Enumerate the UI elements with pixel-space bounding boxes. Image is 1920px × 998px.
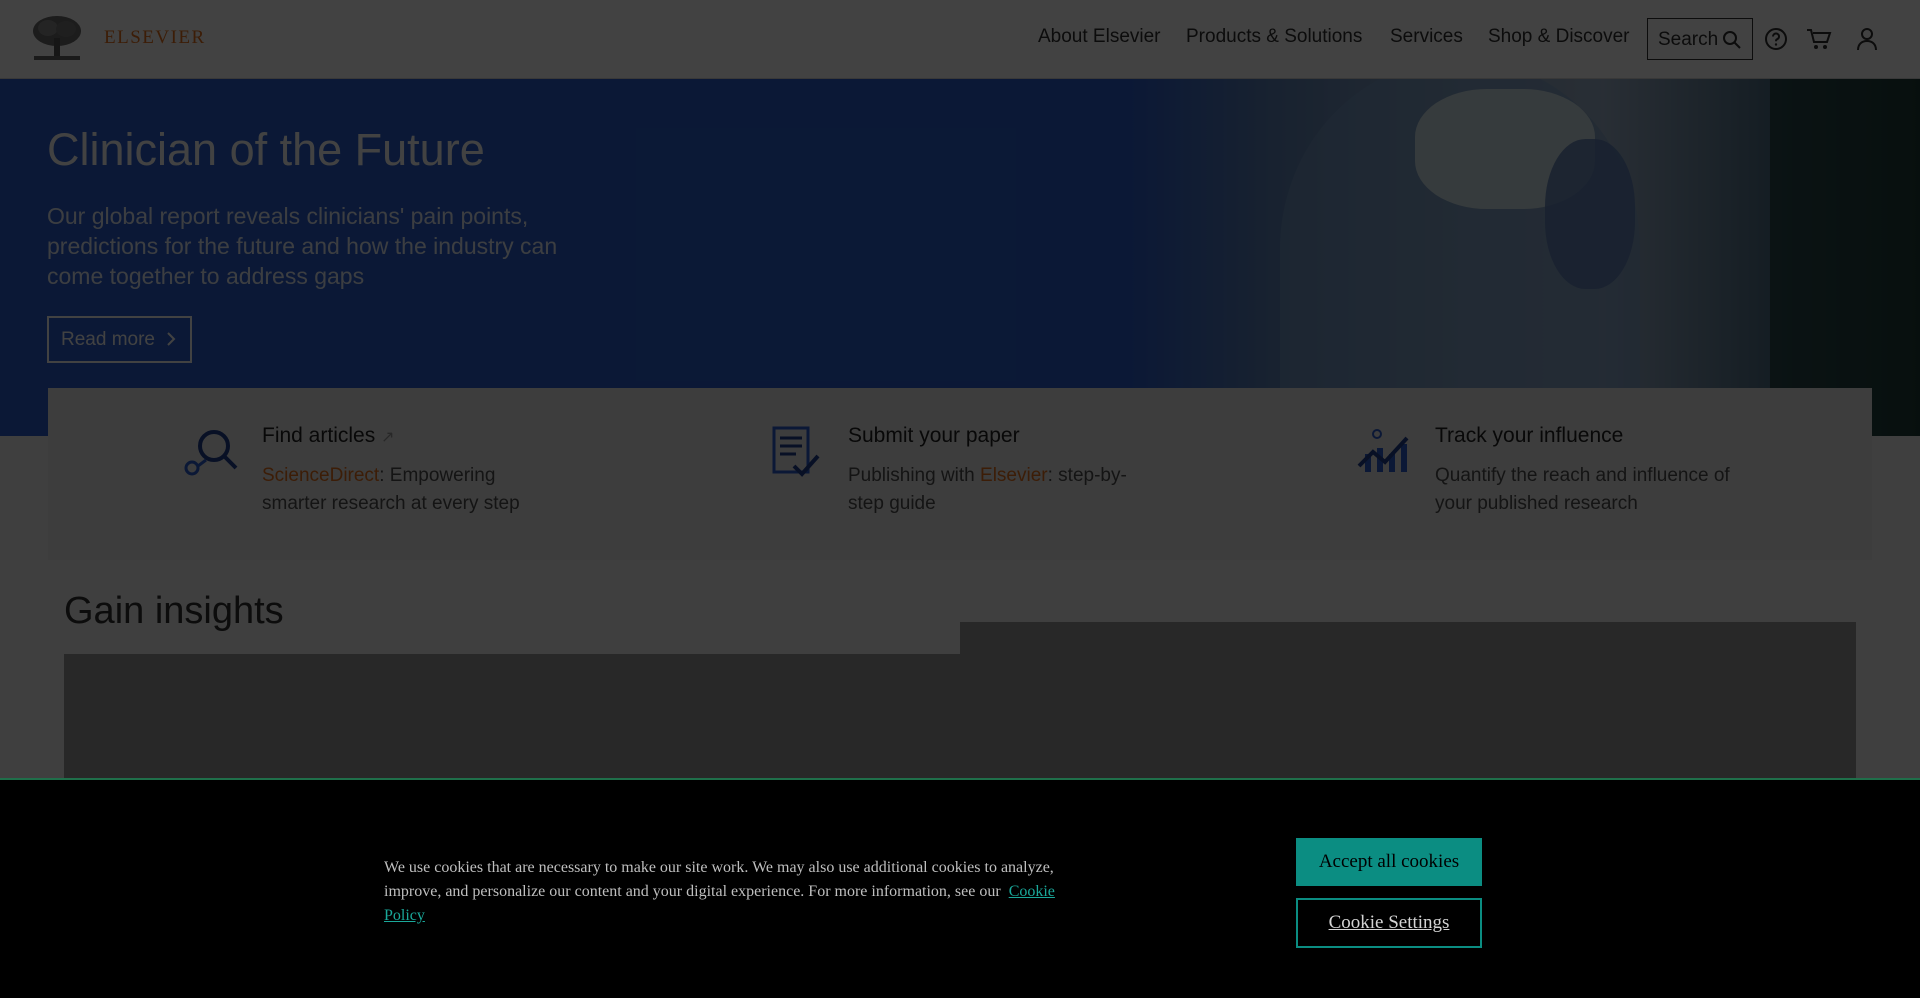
card-description: Publishing with Elsevier: step-by-step g…	[848, 465, 1127, 514]
elsevier-link[interactable]: Elsevier	[980, 465, 1048, 486]
chart-growth-icon	[1357, 429, 1409, 472]
read-more-button[interactable]: Read more	[47, 316, 192, 363]
nav-products-solutions[interactable]: Products & Solutions	[1186, 26, 1362, 48]
cookie-banner: We use cookies that are necessary to mak…	[0, 778, 1920, 998]
section-title: Gain insights	[64, 590, 284, 632]
site-header: ELSEVIER About Elsevier Products & Solut…	[0, 0, 1920, 79]
card-description: Quantify the reach and influence of your…	[1435, 465, 1730, 514]
card-description: ScienceDirect: Empowering smarter resear…	[262, 465, 520, 514]
quick-links-strip: Find articles ↗ ScienceDirect: Empowerin…	[48, 388, 1872, 560]
elsevier-tree-logo[interactable]	[30, 14, 84, 62]
cart-icon[interactable]	[1806, 27, 1832, 51]
magnifier-icon	[184, 430, 238, 476]
nav-shop-discover[interactable]: Shop & Discover	[1488, 26, 1630, 48]
hero-description: Our global report reveals clinicians' pa…	[47, 203, 558, 289]
accept-all-cookies-button[interactable]: Accept all cookies	[1296, 838, 1482, 886]
card-title: Track your influence	[1435, 424, 1624, 447]
cookie-message: We use cookies that are necessary to mak…	[384, 859, 1055, 924]
insight-panel-right[interactable]	[960, 622, 1856, 784]
nav-about[interactable]: About Elsevier	[1038, 26, 1161, 48]
document-check-icon	[772, 426, 820, 477]
brand-wordmark[interactable]: ELSEVIER	[104, 27, 206, 49]
clinician-photo	[1130, 79, 1920, 436]
read-more-label: Read more	[61, 329, 155, 350]
search-button[interactable]: Search	[1647, 18, 1753, 60]
hero-title: Clinician of the Future	[47, 124, 485, 175]
help-icon[interactable]	[1764, 27, 1788, 51]
nav-services[interactable]: Services	[1390, 26, 1463, 48]
card-title: Submit your paper	[848, 424, 1020, 447]
insight-panel-left[interactable]	[64, 654, 960, 784]
cookie-settings-button[interactable]: Cookie Settings	[1296, 898, 1482, 948]
hero-banner: Clinician of the Future Our global repor…	[0, 79, 1920, 436]
search-label: Search	[1658, 29, 1719, 50]
card-title: Find articles ↗	[262, 424, 395, 447]
user-icon[interactable]	[1856, 27, 1878, 51]
search-icon	[1723, 31, 1741, 49]
chevron-right-icon	[167, 332, 176, 346]
external-link-icon: ↗	[381, 429, 395, 446]
sciencedirect-link[interactable]: ScienceDirect	[262, 465, 379, 486]
